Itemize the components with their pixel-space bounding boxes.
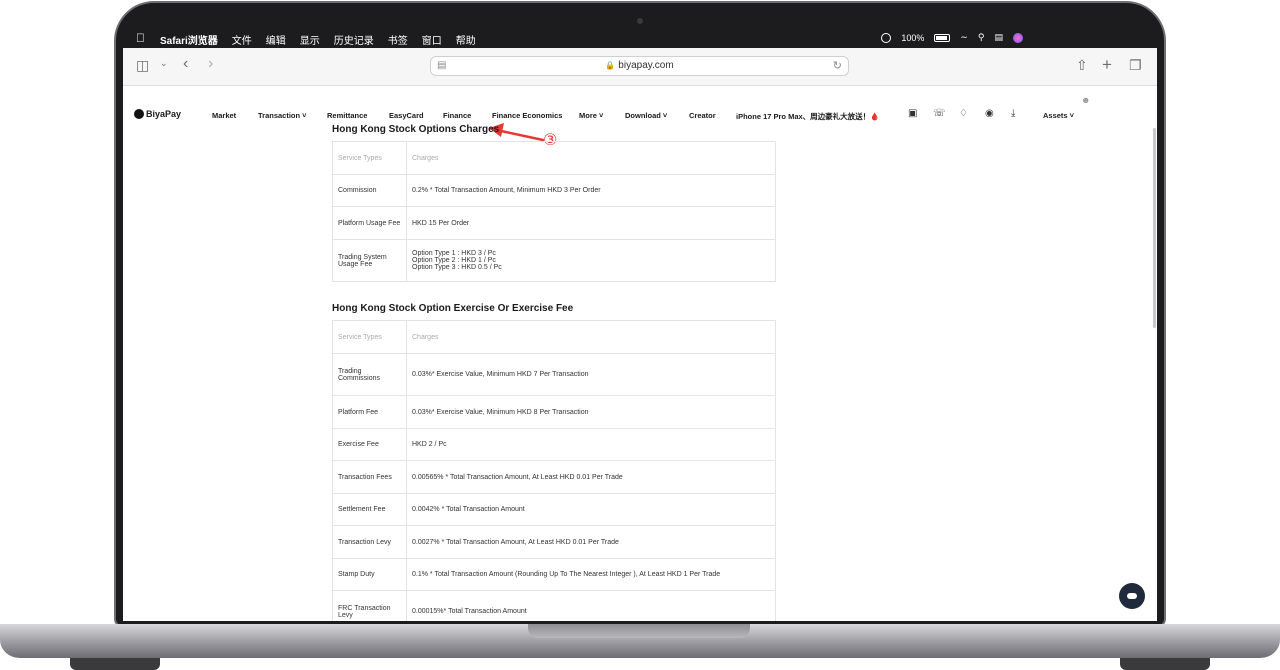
service-type-cell: Commission [332,174,407,207]
service-type-cell: Trading Commissions [332,353,407,396]
camera [637,18,643,24]
charge-line: Option Type 3 : HKD 0.5 / Pc [412,264,502,271]
charge-cell: 0.2% * Total Transaction Amount, Minimum… [406,174,776,207]
table-header-row: Service Types Charges [332,141,776,175]
header-charges: Charges [406,141,776,175]
table-row: Trading System Usage Fee Option Type 1 :… [332,239,776,282]
section-title-exercise-fee: Hong Kong Stock Option Exercise Or Exerc… [332,303,574,314]
table-row: Platform Usage Fee HKD 15 Per Order [332,206,776,240]
charge-cell: 0.1% * Total Transaction Amount (Roundin… [406,558,776,591]
header-service-types: Service Types [332,320,407,354]
table-row: FRC Transaction Levy 0.00015%* Total Tra… [332,590,776,621]
page-scrollbar[interactable] [1153,128,1156,328]
table-row: Transaction Fees 0.00565% * Total Transa… [332,460,776,494]
service-type-cell: Transaction Levy [332,525,407,559]
laptop-foot-left [70,658,160,670]
section-title-options-charges: Hong Kong Stock Options Charges [332,124,500,135]
table-header-row: Service Types Charges [332,320,776,354]
charge-cell: 0.03%* Exercise Value, Minimum HKD 8 Per… [406,395,776,429]
charge-cell: 0.0027% * Total Transaction Amount, At L… [406,525,776,559]
service-type-cell: Settlement Fee [332,493,407,526]
service-type-cell: Exercise Fee [332,428,407,461]
options-charges-table: Service Types Charges Commission 0.2% * … [332,141,776,282]
table-row: Platform Fee 0.03%* Exercise Value, Mini… [332,395,776,429]
fee-content: Hong Kong Stock Options Charges Service … [332,123,777,621]
screen:  Safari浏览器 文件 编辑 显示 历史记录 书签 窗口 帮助 100% … [123,28,1157,621]
table-row: Exercise Fee HKD 2 / Pc [332,428,776,461]
table-row: Settlement Fee 0.0042% * Total Transacti… [332,493,776,526]
charge-cell: 0.00015%* Total Transaction Amount [406,590,776,621]
table-row: Trading Commissions 0.03%* Exercise Valu… [332,353,776,396]
service-type-cell: Platform Fee [332,395,407,429]
laptop-frame:  Safari浏览器 文件 编辑 显示 历史记录 书签 窗口 帮助 100% … [0,0,1280,670]
service-type-cell: Transaction Fees [332,460,407,494]
service-type-cell: Platform Usage Fee [332,206,407,240]
laptop-foot-right [1120,658,1210,670]
service-type-cell: FRC Transaction Levy [332,590,407,621]
service-type-cell: Stamp Duty [332,558,407,591]
table-row: Stamp Duty 0.1% * Total Transaction Amou… [332,558,776,591]
table-row: Commission 0.2% * Total Transaction Amou… [332,174,776,207]
charge-cell: HKD 2 / Pc [406,428,776,461]
laptop-notch [528,624,750,638]
chat-support-button[interactable] [1119,583,1145,609]
charge-cell: Option Type 1 : HKD 3 / Pc Option Type 2… [406,239,776,282]
header-charges: Charges [406,320,776,354]
table-row: Transaction Levy 0.0027% * Total Transac… [332,525,776,559]
header-service-types: Service Types [332,141,407,175]
service-type-cell: Trading System Usage Fee [332,239,407,282]
charge-cell: HKD 15 Per Order [406,206,776,240]
charge-cell: 0.00565% * Total Transaction Amount, At … [406,460,776,494]
exercise-fee-table: Service Types Charges Trading Commission… [332,320,776,621]
charge-line: Option Type 1 : HKD 3 / Pc [412,250,496,257]
charge-cell: 0.0042% * Total Transaction Amount [406,493,776,526]
charge-line: Option Type 2 : HKD 1 / Pc [412,257,496,264]
charge-cell: 0.03%* Exercise Value, Minimum HKD 7 Per… [406,353,776,396]
